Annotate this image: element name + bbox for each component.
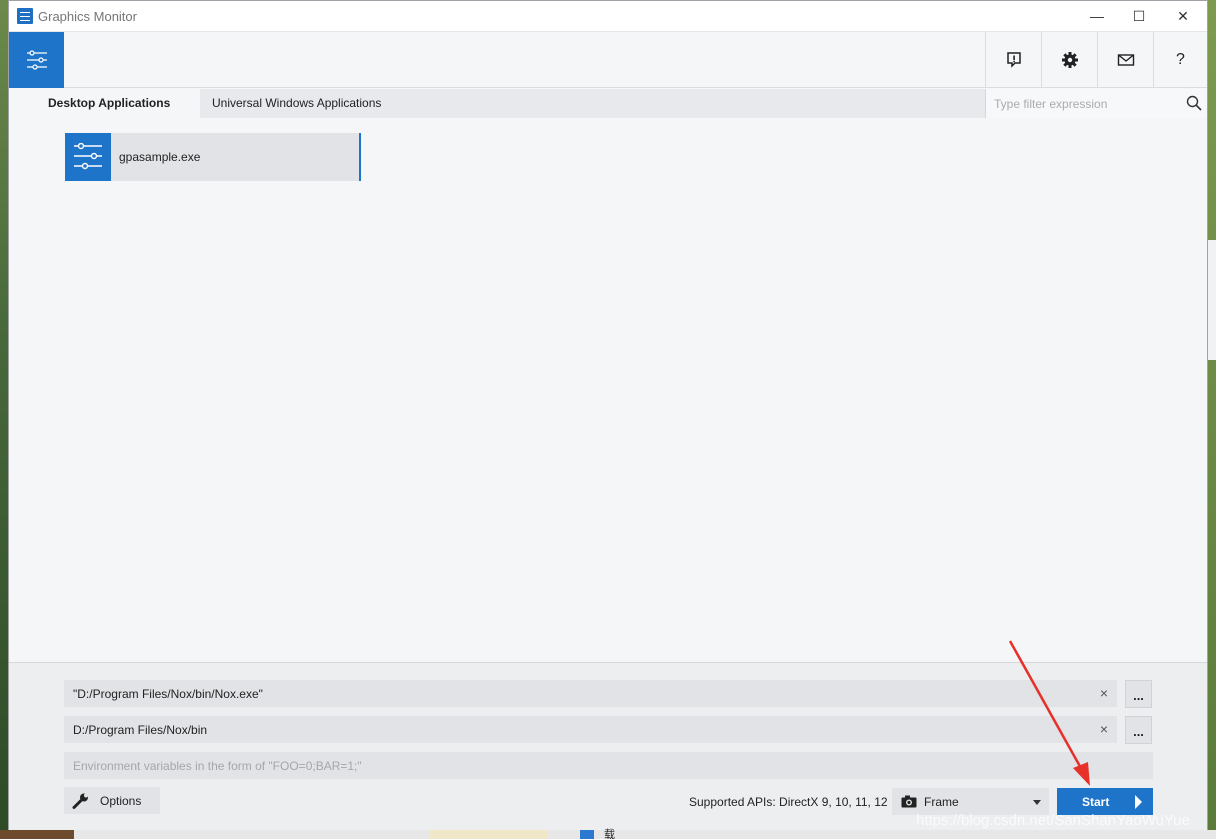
camera-icon <box>901 795 917 808</box>
options-button[interactable]: Options <box>64 787 160 814</box>
executable-field[interactable]: × <box>64 680 1117 707</box>
filter-box <box>985 89 1207 118</box>
mail-icon <box>1117 54 1135 66</box>
clear-working-directory-button[interactable]: × <box>1095 720 1113 738</box>
help-button[interactable]: ? <box>1153 32 1207 88</box>
start-button[interactable]: Start <box>1057 788 1153 815</box>
search-icon[interactable] <box>1186 95 1202 111</box>
toolbar: ? <box>9 32 1207 88</box>
gear-icon <box>1062 52 1078 68</box>
app-icon <box>17 8 33 24</box>
minimize-button[interactable]: — <box>1075 1 1119 32</box>
title-bar: Graphics Monitor — ☐ ✕ <box>9 1 1207 32</box>
feedback-button[interactable] <box>985 32 1041 88</box>
filter-input[interactable] <box>994 95 1174 113</box>
browse-executable-button[interactable]: ... <box>1125 680 1152 708</box>
chevron-down-icon <box>1033 800 1041 805</box>
desktop-background-left <box>0 0 8 839</box>
environment-input[interactable] <box>73 757 1133 774</box>
capture-mode-label: Frame <box>924 795 959 809</box>
play-icon <box>1135 795 1142 809</box>
desktop-background-bottom-strip <box>430 830 548 839</box>
environment-field[interactable] <box>64 752 1153 779</box>
working-directory-input[interactable] <box>73 721 1083 738</box>
start-label: Start <box>1082 795 1110 809</box>
watermark-text: https://blog.csdn.net/SanShanYaoWuYue <box>916 812 1190 829</box>
capture-mode-select[interactable]: Frame <box>892 788 1049 815</box>
browse-working-directory-button[interactable]: ... <box>1125 716 1152 744</box>
wrench-icon <box>72 793 88 809</box>
close-button[interactable]: ✕ <box>1161 1 1205 32</box>
tab-universal-windows-applications[interactable]: Universal Windows Applications <box>200 89 500 118</box>
application-icon <box>65 133 111 181</box>
sliders-icon <box>27 50 47 70</box>
options-label: Options <box>100 794 142 808</box>
desktop-background-bottom-left <box>0 830 74 839</box>
home-button[interactable] <box>9 32 64 88</box>
graphics-monitor-window: Graphics Monitor — ☐ ✕ ? Desktop Applica… <box>8 0 1208 830</box>
tab-bar: Desktop Applications Universal Windows A… <box>9 89 1207 118</box>
feedback-icon <box>1007 52 1021 68</box>
application-name: gpasample.exe <box>119 150 201 164</box>
applications-panel: gpasample.exe <box>9 118 1207 662</box>
settings-button[interactable] <box>1041 32 1097 88</box>
mail-button[interactable] <box>1097 32 1153 88</box>
sliders-icon <box>74 143 102 170</box>
working-directory-field[interactable]: × <box>64 716 1117 743</box>
clear-executable-button[interactable]: × <box>1095 684 1113 702</box>
supported-apis-text: Supported APIs: DirectX 9, 10, 11, 12 <box>689 795 888 809</box>
tab-desktop-applications[interactable]: Desktop Applications <box>9 89 200 118</box>
desktop-caption-fragment: 载 <box>604 829 615 839</box>
window-title: Graphics Monitor <box>38 9 137 24</box>
executable-input[interactable] <box>73 685 1083 702</box>
desktop-download-icon <box>580 830 594 839</box>
maximize-button[interactable]: ☐ <box>1117 1 1161 32</box>
application-tile[interactable]: gpasample.exe <box>65 133 361 181</box>
